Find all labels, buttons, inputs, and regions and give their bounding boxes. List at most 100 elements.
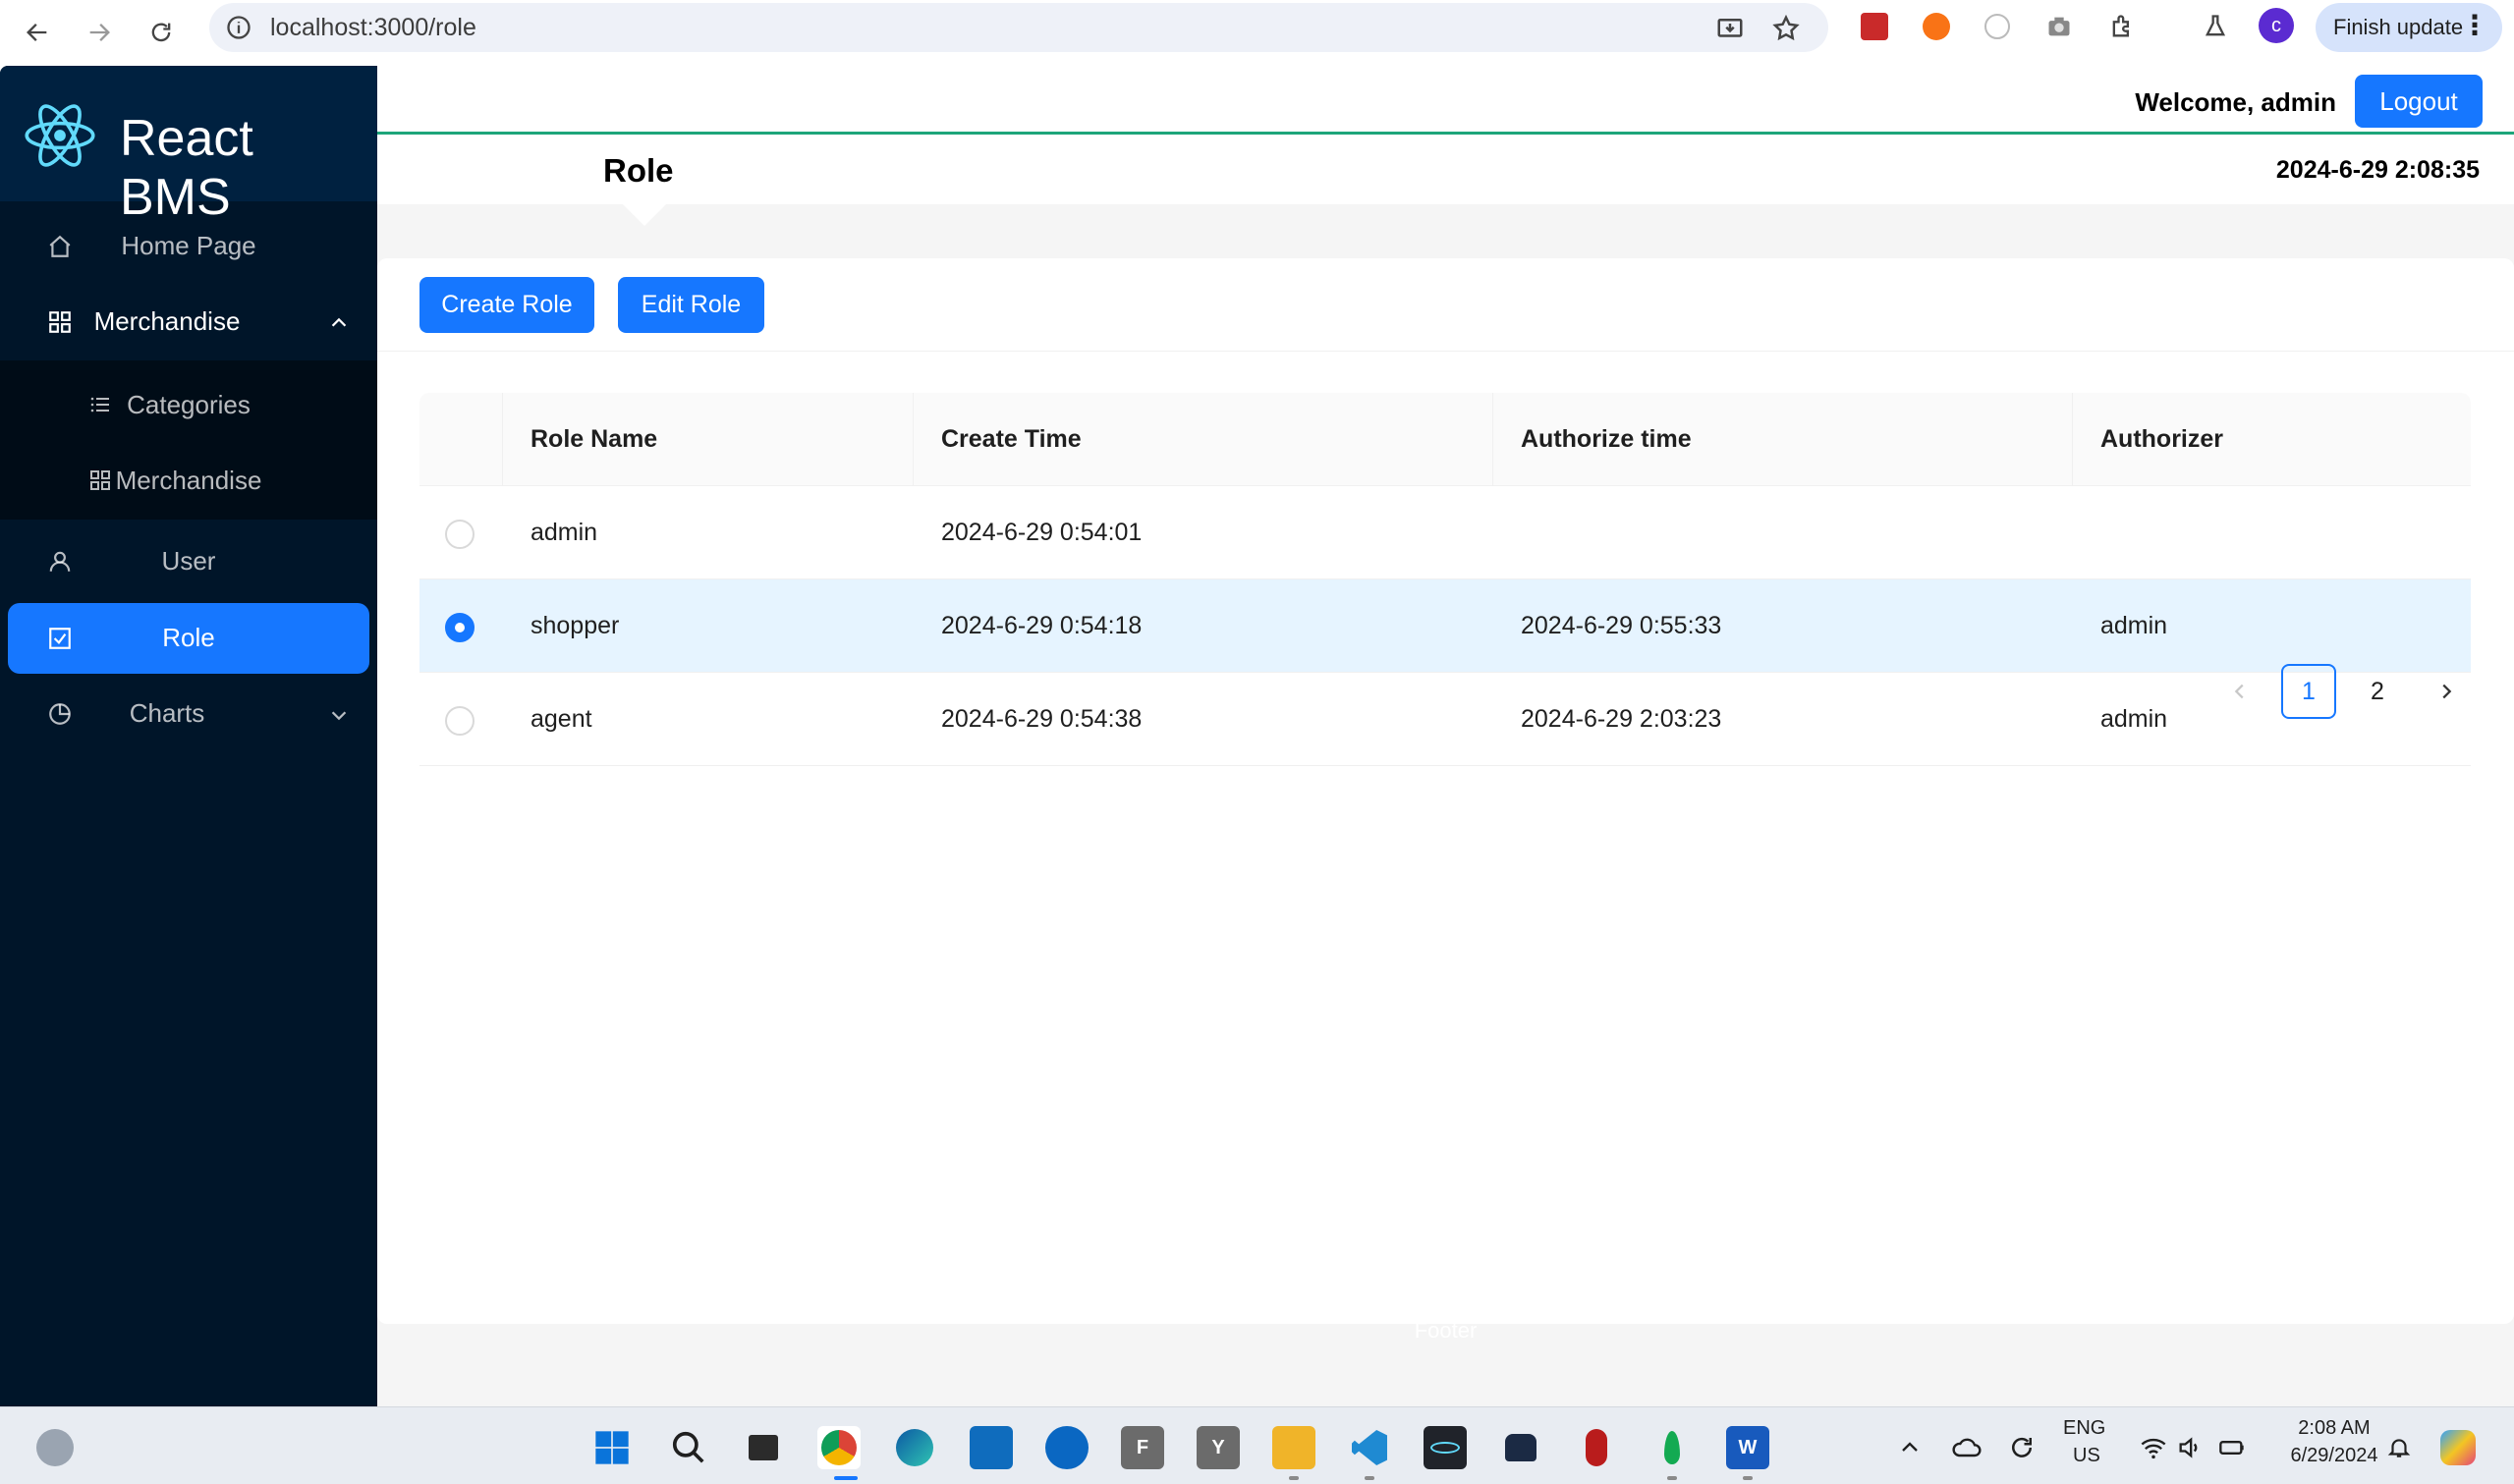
sidebar-item-role[interactable]: Role bbox=[8, 603, 369, 674]
table-row[interactable]: shopper 2024-6-29 0:54:18 2024-6-29 0:55… bbox=[419, 579, 2471, 673]
chevron-right-icon bbox=[2442, 684, 2452, 699]
pagination-next-button[interactable] bbox=[2419, 664, 2474, 719]
sidebar-item-categories[interactable]: Categories bbox=[0, 370, 377, 441]
sidebar-item-label: Charts bbox=[129, 698, 205, 728]
sidebar-item-label: Home Page bbox=[121, 231, 256, 260]
install-app-icon[interactable] bbox=[1715, 14, 1745, 43]
camera-icon[interactable] bbox=[2043, 11, 2075, 42]
sidebar-item-label: Merchandise bbox=[115, 466, 262, 495]
page-title: Role bbox=[603, 152, 674, 189]
search-icon[interactable] bbox=[667, 1426, 710, 1469]
extension-red-icon[interactable] bbox=[1859, 11, 1890, 42]
logo-title: React BMS bbox=[120, 110, 253, 226]
authorize-time-cell: 2024-6-29 2:03:23 bbox=[1521, 705, 1722, 733]
copilot-icon[interactable] bbox=[2436, 1426, 2480, 1469]
welcome-text: Welcome, admin bbox=[2135, 87, 2336, 117]
sidebar-item-merchandise[interactable]: Merchandise bbox=[0, 446, 377, 517]
header-top: Welcome, admin Logout bbox=[377, 66, 2514, 135]
windows-start-icon[interactable] bbox=[590, 1426, 634, 1469]
react-logo-icon bbox=[25, 104, 95, 167]
profile-avatar[interactable]: c bbox=[2259, 8, 2294, 43]
chevron-down-icon bbox=[331, 711, 347, 721]
footer: Footer bbox=[1414, 1318, 1478, 1343]
app-indicator bbox=[1365, 1476, 1374, 1480]
reload-icon bbox=[151, 23, 171, 42]
authorize-time-cell: 2024-6-29 0:55:33 bbox=[1521, 612, 1722, 639]
logout-button[interactable]: Logout bbox=[2355, 75, 2483, 128]
table-row[interactable]: admin 2024-6-29 0:54:01 bbox=[419, 486, 2471, 579]
finish-update-button[interactable]: Finish update ⋮ bbox=[2316, 3, 2502, 52]
pagination-page-2[interactable]: 2 bbox=[2350, 664, 2405, 719]
onedrive-icon[interactable] bbox=[1945, 1426, 1988, 1469]
back-button[interactable] bbox=[15, 10, 60, 55]
microsoft-store-icon[interactable] bbox=[970, 1426, 1013, 1469]
sidebar-item-label: Categories bbox=[127, 390, 251, 419]
clock-time[interactable]: 2:08 AM bbox=[2293, 1417, 2375, 1440]
sidebar-item-user[interactable]: User bbox=[0, 526, 377, 597]
star-icon[interactable] bbox=[1771, 14, 1801, 43]
app-y-icon[interactable]: Y bbox=[1197, 1426, 1240, 1469]
mongodb-compass-icon[interactable] bbox=[1650, 1426, 1694, 1469]
address-bar[interactable]: localhost:3000/role bbox=[209, 3, 1828, 52]
github-desktop-icon[interactable] bbox=[1499, 1426, 1542, 1469]
clock-date[interactable]: 6/29/2024 bbox=[2275, 1445, 2393, 1467]
role-card: Create Role Edit Role Role Name Create T… bbox=[377, 258, 2514, 1324]
row-radio[interactable] bbox=[445, 520, 475, 549]
authorize-time-cell bbox=[1493, 486, 2073, 579]
active-app-indicator bbox=[834, 1476, 858, 1480]
region-indicator[interactable]: US bbox=[2073, 1445, 2100, 1467]
battery-icon[interactable] bbox=[2210, 1426, 2254, 1469]
reload-button[interactable] bbox=[139, 10, 184, 55]
arrow-left-icon bbox=[27, 24, 47, 41]
logo-area[interactable]: React BMS bbox=[0, 66, 377, 226]
row-radio[interactable] bbox=[445, 613, 475, 642]
role-name-cell: shopper bbox=[531, 612, 620, 639]
react-app-icon[interactable] bbox=[1424, 1426, 1467, 1469]
sidebar-item-home[interactable]: Home Page bbox=[0, 211, 377, 282]
language-indicator[interactable]: ENG bbox=[2063, 1417, 2105, 1440]
more-vert-icon[interactable]: ⋮ bbox=[2461, 11, 2488, 40]
task-view-icon[interactable] bbox=[742, 1426, 785, 1469]
sidebar-item-charts[interactable]: Charts bbox=[0, 679, 377, 749]
file-explorer-icon[interactable] bbox=[1272, 1426, 1315, 1469]
current-datetime: 2024-6-29 2:08:35 bbox=[2275, 156, 2480, 184]
url-text[interactable]: localhost:3000/role bbox=[270, 14, 476, 42]
tray-chevron-up-icon[interactable] bbox=[1888, 1426, 1931, 1469]
extensions-puzzle-icon[interactable] bbox=[2106, 11, 2138, 42]
create-role-button[interactable]: Create Role bbox=[419, 277, 594, 333]
table-header: Role Name Create Time Authorize time Aut… bbox=[419, 393, 2471, 486]
authorizer-cell bbox=[2073, 486, 2471, 579]
vscode-icon[interactable] bbox=[1348, 1426, 1391, 1469]
edit-role-button[interactable]: Edit Role bbox=[618, 277, 764, 333]
info-icon[interactable] bbox=[225, 14, 252, 41]
forward-button[interactable] bbox=[77, 10, 122, 55]
role-name-cell: admin bbox=[531, 519, 598, 546]
word-icon[interactable]: W bbox=[1726, 1426, 1769, 1469]
column-header: Authorize time bbox=[1493, 393, 2073, 486]
sync-icon[interactable] bbox=[2000, 1426, 2043, 1469]
extension-orange-icon[interactable] bbox=[1921, 11, 1952, 42]
sidebar: React BMS Home Page Merchandise Categori… bbox=[0, 66, 377, 1406]
row-radio[interactable] bbox=[445, 706, 475, 736]
table-row[interactable]: agent 2024-6-29 0:54:38 2024-6-29 2:03:2… bbox=[419, 673, 2471, 766]
browser-toolbar: localhost:3000/role c Finish update ⋮ bbox=[0, 0, 2514, 66]
edge-icon[interactable] bbox=[893, 1426, 936, 1469]
volume-icon[interactable] bbox=[2168, 1426, 2211, 1469]
pagination-page-1[interactable]: 1 bbox=[2281, 664, 2336, 719]
dell-icon[interactable] bbox=[1045, 1426, 1089, 1469]
notification-bell-icon[interactable] bbox=[2377, 1426, 2421, 1469]
app-f-icon[interactable]: F bbox=[1121, 1426, 1164, 1469]
app-indicator bbox=[1743, 1476, 1753, 1480]
weather-widget-icon[interactable] bbox=[33, 1426, 77, 1469]
arrow-right-icon bbox=[89, 24, 110, 41]
chrome-beta-icon[interactable] bbox=[817, 1426, 861, 1469]
select-column-header bbox=[419, 393, 503, 486]
column-header: Role Name bbox=[503, 393, 914, 486]
app-red-icon[interactable] bbox=[1575, 1426, 1618, 1469]
create-time-cell: 2024-6-29 0:54:01 bbox=[941, 519, 1143, 546]
header: Welcome, admin Logout Role 2024-6-29 2:0… bbox=[377, 66, 2514, 204]
sidebar-item-merchandise-group[interactable]: Merchandise bbox=[0, 287, 377, 357]
pagination-prev-button[interactable] bbox=[2212, 664, 2267, 719]
extension-react-devtools-icon[interactable] bbox=[1982, 11, 2013, 42]
labs-flask-icon[interactable] bbox=[2200, 11, 2231, 42]
